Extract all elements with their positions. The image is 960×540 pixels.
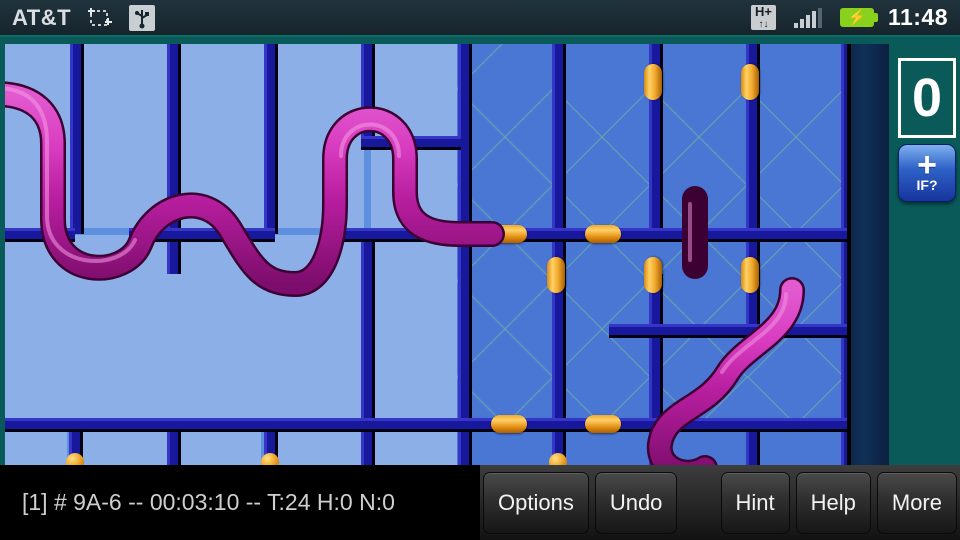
score-display: 0 <box>898 58 956 138</box>
more-button[interactable]: More <box>876 471 957 534</box>
game-status-bar: [1] # 9A-6 -- 00:03:10 -- T:24 H:0 N:0 <box>0 465 480 540</box>
plus-icon: + <box>917 146 937 184</box>
hint-button[interactable]: Hint <box>720 471 790 534</box>
network-type-icon: H+ ↑↓ <box>750 4 776 30</box>
carrier-label: AT&T <box>12 4 72 30</box>
network-type-label: H+ <box>754 4 772 19</box>
screenshot-capture-icon <box>87 5 113 31</box>
if-button-label: IF? <box>916 177 938 193</box>
magenta-snake-path[interactable] <box>5 44 889 465</box>
usb-icon <box>129 4 156 31</box>
options-button[interactable]: Options <box>483 471 589 534</box>
score-value: 0 <box>911 68 943 128</box>
undo-button[interactable]: Undo <box>594 471 678 534</box>
game-status-text: [1] # 9A-6 -- 00:03:10 -- T:24 H:0 N:0 <box>22 489 395 515</box>
charging-bolt-icon: ⚡ <box>847 9 867 26</box>
network-arrows-label: ↑↓ <box>758 19 769 30</box>
clock-label: 11:48 <box>887 4 948 30</box>
signal-bars-icon <box>793 7 824 28</box>
add-if-button[interactable]: + IF? <box>898 144 956 202</box>
android-status-bar: AT&T H+ ↑↓ ⚡ 11:48 <box>0 0 960 37</box>
right-side-panel: 0 + IF? <box>890 37 960 465</box>
game-board[interactable] <box>5 44 889 465</box>
bottom-bar: [1] # 9A-6 -- 00:03:10 -- T:24 H:0 N:0 O… <box>0 465 960 540</box>
help-button[interactable]: Help <box>795 471 871 534</box>
battery-charging-icon: ⚡ <box>839 8 878 27</box>
board-right-navy-strip <box>847 44 889 465</box>
phone-screen: AT&T H+ ↑↓ ⚡ 11:48 0 + IF? [1] # 9A-6 --… <box>0 0 960 540</box>
game-button-bar: Options Undo Hint Help More <box>480 465 960 540</box>
